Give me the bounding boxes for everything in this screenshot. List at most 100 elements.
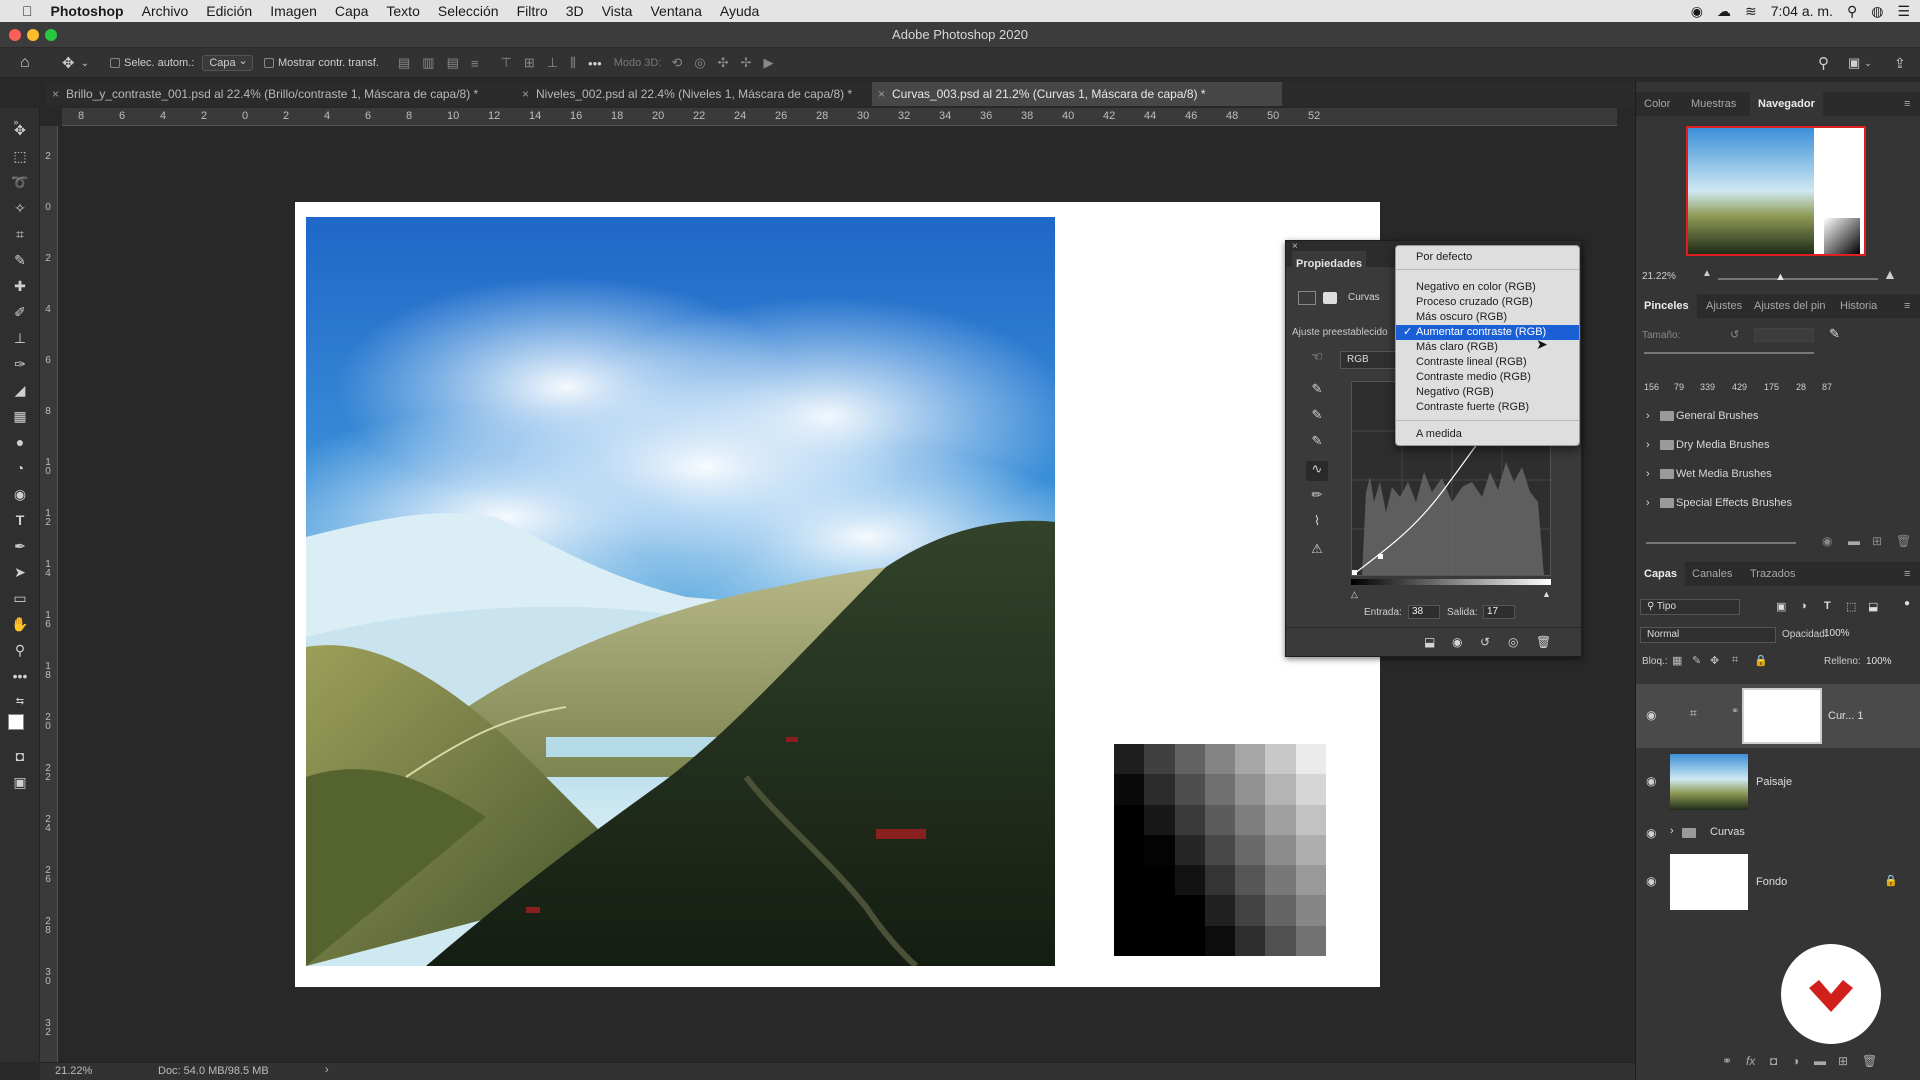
lock-pixels-icon[interactable]: ✎ <box>1692 654 1701 667</box>
align-right-icon[interactable]: ▤ <box>447 55 459 71</box>
layer-name[interactable]: Curvas <box>1710 826 1745 838</box>
screen-mode-icon[interactable]: ▣ <box>10 772 30 792</box>
preset-option[interactable]: Más claro (RGB) <box>1396 340 1579 355</box>
pencil-curve-icon[interactable]: ✏ <box>1306 487 1328 507</box>
tab-brushes[interactable]: Pinceles <box>1636 294 1697 318</box>
filter-smart-object-icon[interactable]: ⬓ <box>1868 600 1878 613</box>
navigator-preview[interactable] <box>1686 126 1866 256</box>
brush-preset[interactable]: 175 <box>1764 382 1779 392</box>
new-brush-preset-icon[interactable]: ⊞ <box>1872 534 1882 548</box>
preset-option[interactable]: Más oscuro (RGB) <box>1396 310 1579 325</box>
align-left-icon[interactable]: ▤ <box>398 55 410 71</box>
layer-row-paisaje[interactable]: ◉ Paisaje <box>1636 750 1920 814</box>
wifi-icon[interactable]: ≋ <box>1745 3 1757 20</box>
white-input-slider-icon[interactable]: ▲ <box>1542 589 1551 599</box>
sponge-tool-icon[interactable]: ◉ <box>10 484 30 504</box>
more-options-icon[interactable]: ••• <box>588 56 602 71</box>
panel-menu-icon[interactable]: ≡ <box>1904 294 1910 318</box>
blur-tool-icon[interactable]: ● <box>10 432 30 452</box>
zoom-window-button[interactable] <box>45 29 57 41</box>
tab-layers[interactable]: Capas <box>1636 562 1686 586</box>
smooth-curve-icon[interactable]: ⌇ <box>1306 513 1328 533</box>
brush-preset[interactable]: 28 <box>1796 382 1806 392</box>
white-point-eyedropper-icon[interactable]: ✎ <box>1306 433 1328 453</box>
minimize-window-button[interactable] <box>27 29 39 41</box>
menu-texto[interactable]: Texto <box>377 3 428 19</box>
brush-preset[interactable]: 156 <box>1644 382 1659 392</box>
brush-preview-slider[interactable] <box>1646 542 1796 544</box>
filter-type-icon[interactable]: T <box>1824 600 1831 612</box>
menu-vista[interactable]: Vista <box>593 3 642 19</box>
creative-cloud-icon[interactable]: ☁ <box>1717 3 1731 20</box>
gray-point-eyedropper-icon[interactable]: ✎ <box>1306 407 1328 427</box>
dodge-tool-icon[interactable]: ◔ <box>10 458 30 478</box>
home-icon[interactable]: ⌂ <box>20 48 30 78</box>
zoom-in-icon[interactable]: ▲ <box>1883 266 1897 282</box>
gradient-tool-icon[interactable]: ▦ <box>10 406 30 426</box>
distribute-icon[interactable]: ⫼ <box>570 55 576 71</box>
spotlight-icon[interactable]: ⚲ <box>1847 3 1857 20</box>
chevron-right-icon[interactable]: › <box>1646 489 1650 518</box>
zoom-out-icon[interactable]: ▲ <box>1702 268 1712 279</box>
close-tab-icon[interactable]: × <box>522 82 529 106</box>
delete-layer-icon[interactable]: 🗑 <box>1862 1054 1877 1068</box>
navigator-view-box[interactable] <box>1686 126 1866 256</box>
brush-preset[interactable]: 79 <box>1674 382 1684 392</box>
clone-stamp-tool-icon[interactable]: ⊥ <box>10 328 30 348</box>
clipping-warning-icon[interactable]: ⚠ <box>1306 541 1328 561</box>
output-value-field[interactable]: 17 <box>1483 605 1515 619</box>
target-adjust-icon[interactable]: ☜ <box>1306 349 1328 369</box>
layer-name[interactable]: Paisaje <box>1756 776 1792 788</box>
notification-center-icon[interactable]: ☰ <box>1897 3 1910 20</box>
chevron-right-icon[interactable]: › <box>1646 402 1650 431</box>
menu-seleccion[interactable]: Selección <box>429 3 508 19</box>
magic-wand-tool-icon[interactable]: ✧ <box>10 198 30 218</box>
brush-preset[interactable]: 339 <box>1700 382 1715 392</box>
healing-brush-tool-icon[interactable]: ✚ <box>10 276 30 296</box>
chain-link-icon[interactable]: ⚭ <box>1731 706 1739 717</box>
auto-select-checkbox[interactable] <box>110 58 120 68</box>
swap-colors-icon[interactable]: ⇆ <box>10 692 30 712</box>
zoom-level[interactable]: 21.22% <box>55 1065 92 1077</box>
search-icon[interactable]: ⚲ <box>1818 48 1829 78</box>
mask-icon[interactable] <box>1323 292 1337 304</box>
align-top-icon[interactable]: ⊤ <box>500 55 511 71</box>
close-window-button[interactable] <box>9 29 21 41</box>
menu-imagen[interactable]: Imagen <box>261 3 326 19</box>
zoom-tool-icon[interactable]: ⚲ <box>10 640 30 660</box>
opacity-field[interactable]: 100% <box>1824 628 1864 642</box>
menu-filtro[interactable]: Filtro <box>508 3 557 19</box>
new-layer-icon[interactable]: ⊞ <box>1838 1054 1848 1068</box>
properties-title[interactable]: Propiedades <box>1292 251 1367 277</box>
3d-slide-icon[interactable]: ✢ <box>741 55 752 71</box>
preset-option[interactable]: Contraste lineal (RGB) <box>1396 355 1579 370</box>
navigator-zoom-slider[interactable] <box>1718 278 1878 280</box>
menu-3d[interactable]: 3D <box>557 3 593 19</box>
tab-swatches[interactable]: Muestras <box>1691 92 1736 116</box>
3d-scale-icon[interactable]: ▶ <box>763 55 773 71</box>
brush-folder-wet[interactable]: › Wet Media Brushes <box>1646 460 1906 489</box>
align-middle-icon[interactable]: ⊞ <box>524 55 535 71</box>
apple-icon[interactable]:  <box>0 3 42 19</box>
more-tools-icon[interactable]: ••• <box>10 666 30 686</box>
eye-icon[interactable]: ◉ <box>1646 708 1656 722</box>
filter-toggle-icon[interactable]: ● <box>1904 598 1910 609</box>
tab-color[interactable]: Color <box>1644 92 1670 116</box>
panel-menu-icon[interactable]: ≡ <box>1904 562 1910 586</box>
reset-size-icon[interactable]: ↺ <box>1730 328 1739 341</box>
brush-folder-special[interactable]: › Special Effects Brushes <box>1646 489 1906 518</box>
3d-rotate-icon[interactable]: ⟲ <box>671 55 682 71</box>
lock-transparent-icon[interactable]: ▦ <box>1672 654 1682 667</box>
curve-points-icon[interactable]: ∿ <box>1306 461 1328 481</box>
navigator-zoom-value[interactable]: 21.22% <box>1642 271 1676 282</box>
layer-style-icon[interactable]: fx <box>1746 1054 1755 1068</box>
curves-adjustment-icon[interactable] <box>1298 291 1316 305</box>
type-tool-icon[interactable]: T <box>10 510 30 530</box>
eye-icon[interactable]: ◉ <box>1646 826 1656 840</box>
align-center-icon[interactable]: ▥ <box>422 55 434 71</box>
menu-ventana[interactable]: Ventana <box>641 3 710 19</box>
link-layers-icon[interactable]: ⚭ <box>1722 1054 1732 1068</box>
lock-all-icon[interactable]: 🔒 <box>1754 654 1768 667</box>
filter-adjustment-icon[interactable]: ◑ <box>1800 600 1807 612</box>
brush-size-field[interactable] <box>1754 328 1814 342</box>
